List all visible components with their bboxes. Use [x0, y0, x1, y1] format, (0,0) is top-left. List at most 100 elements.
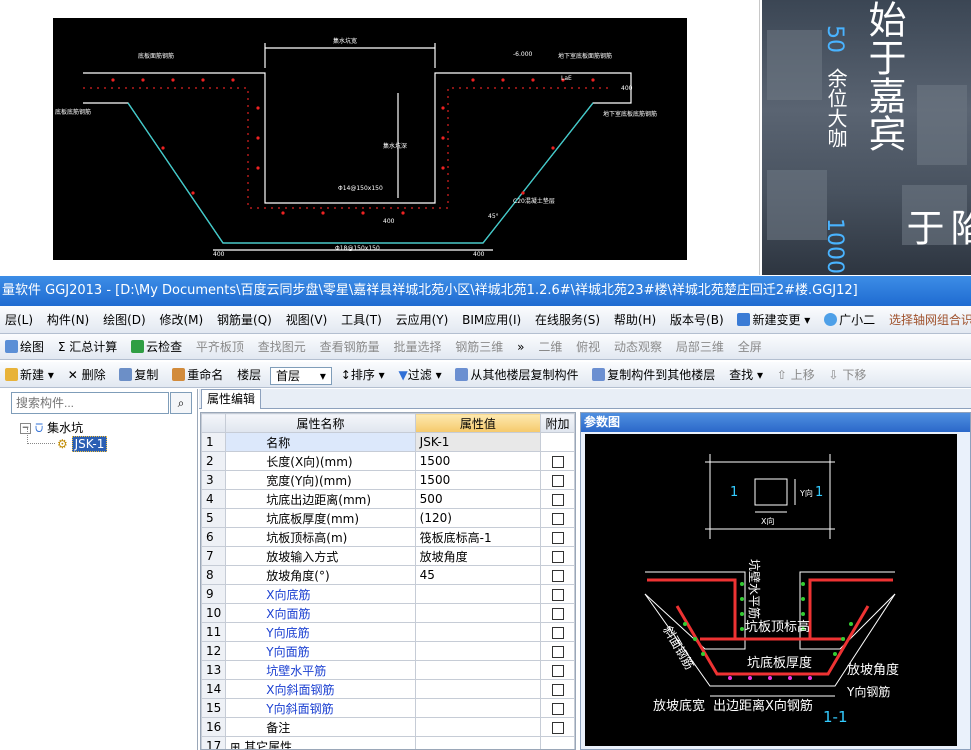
property-row[interactable]: 11 Y向底筋 [201, 622, 575, 642]
property-row[interactable]: 1 名称 JSK-1 [201, 432, 575, 452]
tab-property-edit[interactable]: 属性编辑 [201, 389, 261, 409]
toolbar-overflow[interactable]: » [512, 334, 529, 359]
view-rebar-button[interactable]: 查看钢筋量 [315, 334, 385, 359]
view-2d-dropdown[interactable]: 二维 [533, 334, 567, 359]
property-row[interactable]: 13 坑壁水平筋 [201, 660, 575, 680]
menu-version[interactable]: 版本号(B) [665, 306, 729, 333]
delete-button[interactable]: ✕ 删除 [63, 362, 111, 387]
local-3d-button[interactable]: 局部三维 [671, 334, 729, 359]
component-search-input[interactable] [11, 392, 169, 414]
menu-draw[interactable]: 绘图(D) [98, 306, 151, 333]
property-row[interactable]: 6 坑板顶标高(m) 筏板底标高-1 [201, 527, 575, 547]
menu-modify[interactable]: 修改(M) [155, 306, 209, 333]
find-element-button[interactable]: 查找图元 [253, 334, 311, 359]
menu-help[interactable]: 帮助(H) [609, 306, 661, 333]
property-row[interactable]: 7 放坡输入方式 放坡角度 [201, 546, 575, 566]
property-row[interactable]: 8 放坡角度(°) 45 [201, 565, 575, 585]
menu-view[interactable]: 视图(V) [281, 306, 333, 333]
property-value[interactable]: 筏板底标高-1 [414, 527, 542, 547]
cloud-check-button[interactable]: 云检查 [126, 334, 187, 359]
extra-checkbox[interactable] [551, 645, 564, 658]
property-value[interactable] [414, 584, 542, 604]
property-value[interactable]: JSK-1 [414, 432, 542, 452]
extra-checkbox[interactable] [551, 721, 564, 734]
menu-tools[interactable]: 工具(T) [336, 306, 387, 333]
window-title-bar[interactable]: 量软件 GGJ2013 - [D:\My Documents\百度云同步盘\零星… [0, 276, 971, 306]
property-row[interactable]: 10 X向面筋 [201, 603, 575, 623]
extra-checkbox[interactable] [551, 512, 564, 525]
property-value[interactable]: 1500 [414, 470, 542, 490]
y-direction-label: Y向 [799, 488, 813, 498]
property-row[interactable]: 15 Y向斜面钢筋 [201, 698, 575, 718]
menu-online[interactable]: 在线服务(S) [530, 306, 605, 333]
fullscreen-button[interactable]: 全屏 [733, 334, 767, 359]
collapse-icon[interactable]: − [20, 423, 31, 434]
extra-checkbox[interactable] [551, 550, 564, 563]
property-value[interactable] [414, 660, 542, 680]
property-row[interactable]: 16 备注 [201, 717, 575, 737]
property-row[interactable]: 3 宽度(Y向)(mm) 1500 [201, 470, 575, 490]
menu-cloud[interactable]: 云应用(Y) [391, 306, 454, 333]
property-value[interactable]: 500 [414, 489, 542, 509]
property-value[interactable]: 放坡角度 [414, 546, 542, 566]
sort-button[interactable]: ↕排序 ▾ [336, 362, 390, 387]
extra-checkbox[interactable] [551, 569, 564, 582]
extra-checkbox[interactable] [551, 531, 564, 544]
property-row[interactable]: 2 长度(X向)(mm) 1500 [201, 451, 575, 471]
summary-calc-button[interactable]: Σ 汇总计算 [53, 334, 122, 359]
property-value[interactable]: 45 [414, 565, 542, 585]
property-value[interactable] [414, 679, 542, 699]
new-change-button[interactable]: 新建变更 ▾ [732, 306, 815, 333]
property-value[interactable]: (120) [414, 508, 542, 528]
align-slab-top-button[interactable]: 平齐板顶 [191, 334, 249, 359]
property-value[interactable] [414, 736, 542, 749]
rename-button[interactable]: 重命名 [167, 362, 228, 387]
filter-button[interactable]: ▼过滤 ▾ [394, 362, 447, 387]
extra-checkbox[interactable] [551, 455, 564, 468]
orbit-button[interactable]: 动态观察 [609, 334, 667, 359]
property-row[interactable]: 5 坑底板厚度(mm) (120) [201, 508, 575, 528]
extra-checkbox[interactable] [551, 607, 564, 620]
property-row[interactable]: 9 X向底筋 [201, 584, 575, 604]
side-advertisement[interactable]: 始于嘉宾 50 余位大咖 1000 陷于 [762, 0, 971, 275]
extra-checkbox[interactable] [551, 683, 564, 696]
menu-floor[interactable]: 层(L) [0, 306, 38, 333]
menu-bim[interactable]: BIM应用(I) [457, 306, 526, 333]
property-row[interactable]: 14 X向斜面钢筋 [201, 679, 575, 699]
menu-rebar[interactable]: 钢筋量(Q) [212, 306, 277, 333]
draw-button[interactable]: 绘图 [0, 334, 49, 359]
property-value[interactable] [414, 717, 542, 737]
axis-hint-link[interactable]: 选择轴网组合识别如 [884, 306, 971, 333]
rebar-3d-button[interactable]: 钢筋三维 [450, 334, 508, 359]
property-value[interactable] [414, 622, 542, 642]
property-value[interactable] [414, 698, 542, 718]
property-row[interactable]: 12 Y向面筋 [201, 641, 575, 661]
move-up-button[interactable]: ⇧ 上移 [772, 362, 820, 387]
property-value[interactable] [414, 641, 542, 661]
move-down-button[interactable]: ⇩ 下移 [824, 362, 872, 387]
floor-select[interactable]: 首层 ▾ [269, 366, 332, 385]
extra-checkbox[interactable] [551, 474, 564, 487]
new-button[interactable]: 新建 ▾ [0, 362, 59, 387]
extra-checkbox[interactable] [551, 493, 564, 506]
menu-component[interactable]: 构件(N) [42, 306, 94, 333]
property-row[interactable]: 17 ⊞ 其它属性 [201, 736, 575, 750]
top-view-button[interactable]: 俯视 [571, 334, 605, 359]
property-value[interactable] [414, 603, 542, 623]
property-value[interactable]: 1500 [414, 451, 542, 471]
copy-from-floor-button[interactable]: 从其他楼层复制构件 [450, 362, 583, 387]
extra-checkbox[interactable] [551, 664, 564, 677]
assistant-button[interactable]: 广小二 [819, 306, 880, 333]
extra-checkbox[interactable] [551, 702, 564, 715]
tree-node-jsk-1[interactable]: ⚙ JSK-1 [57, 436, 108, 452]
tree-node-root[interactable]: − ⩂ 集水坑 [20, 420, 83, 436]
find-button[interactable]: 查找 ▾ [724, 362, 768, 387]
extra-checkbox[interactable] [551, 588, 564, 601]
copy-button[interactable]: 复制 [114, 362, 163, 387]
search-icon[interactable]: ⌕ [170, 392, 192, 414]
copy-to-floor-button[interactable]: 复制构件到其他楼层 [587, 362, 720, 387]
property-row[interactable]: 4 坑底出边距离(mm) 500 [201, 489, 575, 509]
expand-icon[interactable]: ⊞ [230, 740, 244, 750]
batch-select-button[interactable]: 批量选择 [388, 334, 446, 359]
extra-checkbox[interactable] [551, 626, 564, 639]
